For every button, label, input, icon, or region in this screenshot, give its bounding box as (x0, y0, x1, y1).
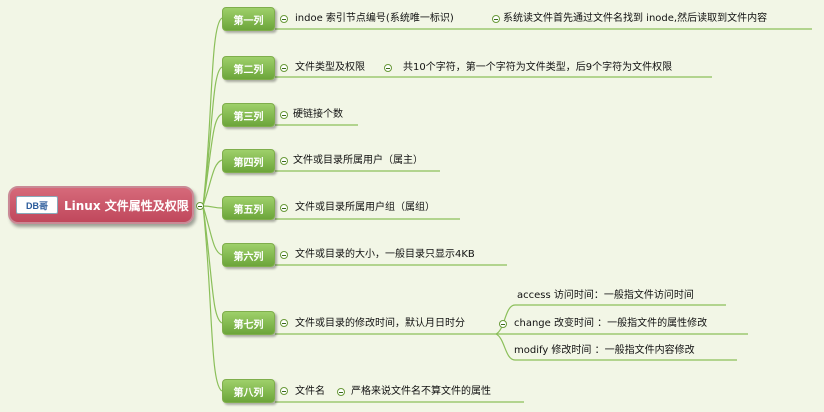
collapse-col-3-icon[interactable] (280, 111, 288, 119)
node-col-3[interactable]: 第三列 (222, 103, 275, 127)
col-3-desc: 硬链接个数 (293, 109, 343, 120)
col-7-child-change: change 改变时间 ：一般指文件的属性修改 (514, 318, 708, 329)
col-5-desc: 文件或目录所属用户组（属组） (295, 202, 435, 213)
node-col-7[interactable]: 第七列 (222, 311, 275, 335)
node-col-7-label: 第七列 (233, 319, 264, 331)
col-4-desc: 文件或目录所属用户（属主） (293, 155, 423, 166)
col-1-desc: indoe 索引节点编号(系统唯一标识) (295, 13, 454, 24)
collapse-col-2-icon[interactable] (280, 64, 288, 72)
collapse-col-7-desc-icon[interactable] (499, 320, 507, 328)
collapse-col-5-icon[interactable] (280, 204, 288, 212)
collapse-col-8-desc-icon[interactable] (337, 388, 345, 396)
col-8-sub: 严格来说文件名不算文件的属性 (351, 386, 491, 397)
col-7-child-modify: modify 修改时间 ：一般指文件内容修改 (514, 345, 695, 356)
node-col-4[interactable]: 第四列 (222, 149, 275, 173)
root-topic[interactable]: DB哥 Linux 文件属性及权限 (8, 186, 194, 224)
collapse-col-7-icon[interactable] (280, 319, 288, 327)
collapse-col-6-icon[interactable] (280, 251, 288, 259)
logo-text: DB哥 (26, 200, 48, 211)
node-col-1-label: 第一列 (233, 15, 264, 27)
node-col-3-label: 第三列 (233, 111, 264, 123)
col-7-child-access: access 访问时间：一般指文件访问时间 (517, 290, 694, 301)
col-2-sub: 共10个字符，第一个字符为文件类型，后9个字符为文件权限 (403, 62, 673, 73)
node-col-6[interactable]: 第六列 (222, 243, 275, 267)
collapse-col-8-icon[interactable] (280, 387, 288, 395)
collapse-root-icon[interactable] (196, 202, 204, 210)
root-title: Linux 文件属性及权限 (64, 198, 189, 213)
collapse-col-2-desc-icon[interactable] (384, 64, 392, 72)
node-col-6-label: 第六列 (233, 251, 264, 263)
node-col-8[interactable]: 第八列 (222, 379, 275, 403)
node-col-8-label: 第八列 (233, 387, 264, 399)
collapse-col-4-icon[interactable] (280, 157, 288, 165)
node-col-2-label: 第二列 (233, 64, 264, 76)
col-1-sub: 系统读文件首先通过文件名找到 inode,然后读取到文件内容 (503, 13, 768, 24)
collapse-col-1-desc-icon[interactable] (492, 15, 500, 23)
col-8-desc: 文件名 (295, 386, 325, 397)
node-col-4-label: 第四列 (233, 157, 264, 169)
node-col-5-label: 第五列 (233, 204, 264, 216)
collapse-col-1-icon[interactable] (280, 15, 288, 23)
col-6-desc: 文件或目录的大小，一般目录只显示4KB (295, 249, 475, 260)
col-7-desc: 文件或目录的修改时间，默认月日时分 (295, 318, 465, 329)
node-col-2[interactable]: 第二列 (222, 56, 275, 80)
db-logo-icon: DB哥 (16, 196, 58, 214)
node-col-5[interactable]: 第五列 (222, 196, 275, 220)
node-col-1[interactable]: 第一列 (222, 7, 275, 31)
col-2-desc: 文件类型及权限 (295, 62, 365, 73)
